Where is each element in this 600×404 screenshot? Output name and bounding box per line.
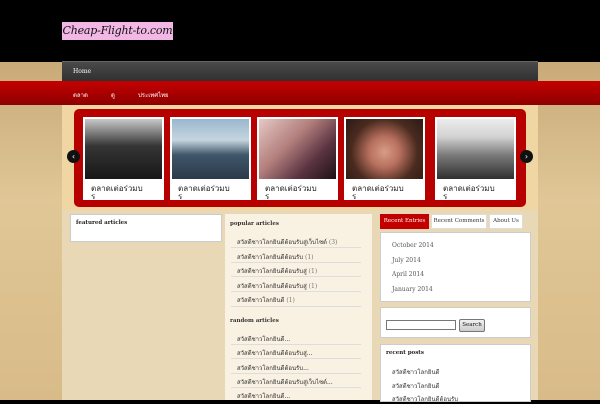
archive-link-4[interactable]: January 2014 (392, 286, 433, 293)
random-title: random articles (230, 318, 279, 324)
slide-5[interactable]: ตลาดเต่อร่วมบ ร (435, 117, 516, 201)
slide-3[interactable]: ตลาดเต่อร่วมบ ร (257, 117, 338, 201)
search-input[interactable] (386, 320, 456, 330)
slide-title-cont: ร (443, 192, 448, 201)
slide-title[interactable]: ตลาดเต่อร่วมบ (443, 184, 513, 193)
slide-4[interactable]: ตลาดเต่อร่วมบ ร (344, 117, 425, 201)
archive-link-3[interactable]: April 2014 (392, 271, 424, 278)
popular-item-5[interactable]: สวัสดีชาวโลกยินดี (1) (237, 295, 295, 305)
slide-image[interactable] (346, 119, 423, 179)
slide-image[interactable] (85, 119, 162, 179)
recent-post-1[interactable]: สวัสดีชาวโลกยินดี (392, 367, 439, 377)
divider (231, 387, 361, 388)
divider (231, 276, 361, 277)
recent-post-3[interactable]: สวัสดีชาวโลกยินดีต้อนรับ (392, 394, 458, 404)
archive-link-1[interactable]: October 2014 (392, 242, 434, 249)
featured-slider: ตลาดเต่อร่วมบ ร ตลาดเต่อร่วมบ ร ตลาดเต่อ… (74, 109, 526, 207)
divider (231, 291, 361, 292)
popular-item-count: (1) (308, 283, 318, 290)
top-nav: Home (62, 61, 538, 82)
divider (231, 373, 361, 374)
site-logo[interactable]: Cheap-Flight-to.com (62, 22, 173, 40)
slide-image[interactable] (437, 119, 514, 179)
slide-title[interactable]: ตลาดเต่อร่วมบ (178, 184, 248, 193)
slide-image[interactable] (172, 119, 249, 179)
slide-title-cont: ร (91, 192, 96, 201)
category-nav: ตลาด ดู ประเทศไทย (0, 81, 600, 105)
popular-item-count: (3) (328, 239, 338, 246)
popular-item-link[interactable]: สวัสดีชาวโลกยินดีต้อนรับสู่ (237, 268, 307, 275)
popular-item-count: (1) (305, 254, 314, 261)
random-item-2[interactable]: สวัสดีชาวโลกยินดีต้อนรับสู่... (237, 348, 312, 358)
slide-title[interactable]: ตลาดเต่อร่วมบ (352, 184, 422, 193)
slide-title-cont: ร (352, 192, 357, 201)
archive-link-2[interactable]: July 2014 (392, 257, 421, 264)
popular-item-1[interactable]: สวัสดีชาวโลกยินดีต้อนรับสู่เว็บไซต์ (3) (237, 237, 337, 247)
random-item-3[interactable]: สวัสดีชาวโลกยินดีต้อนรับ... (237, 363, 309, 373)
tab-about-us[interactable]: About Us (489, 214, 523, 229)
random-item-1[interactable]: สวัสดีชาวโลกยินดี... (237, 334, 290, 344)
popular-item-link[interactable]: สวัสดีชาวโลกยินดีต้อนรับสู่ (237, 283, 307, 290)
popular-item-3[interactable]: สวัสดีชาวโลกยินดีต้อนรับสู่ (1) (237, 266, 317, 276)
recent-posts-title: recent posts (386, 350, 424, 356)
tab-recent-entries[interactable]: Recent Entries (380, 214, 429, 229)
slide-1[interactable]: ตลาดเต่อร่วมบ ร (83, 117, 164, 201)
slide-image[interactable] (259, 119, 336, 179)
slide-title[interactable]: ตลาดเต่อร่วมบ (265, 184, 335, 193)
slide-title[interactable]: ตลาดเต่อร่วมบ (91, 184, 161, 193)
nav-home[interactable]: Home (73, 68, 91, 75)
slide-title-cont: ร (178, 192, 183, 201)
popular-item-count: (1) (308, 268, 318, 275)
recent-post-2[interactable]: สวัสดีชาวโลกยินดี (392, 381, 439, 391)
featured-articles-box: featured articles (70, 214, 222, 242)
category-item-2[interactable]: ดู (111, 90, 115, 100)
popular-title: popular articles (230, 221, 279, 227)
popular-item-link[interactable]: สวัสดีชาวโลกยินดีต้อนรับสู่เว็บไซต์ (237, 239, 327, 246)
chevron-left-icon[interactable]: ‹ (67, 150, 80, 163)
search-button[interactable]: Search (459, 319, 485, 332)
divider (231, 306, 361, 307)
divider (231, 262, 361, 263)
popular-item-4[interactable]: สวัสดีชาวโลกยินดีต้อนรับสู่ (1) (237, 281, 317, 291)
divider (231, 358, 361, 359)
popular-item-count: (1) (286, 297, 295, 304)
divider (231, 247, 361, 248)
slide-title-cont: ร (265, 192, 270, 201)
featured-title: featured articles (76, 220, 128, 226)
divider (231, 344, 361, 345)
popular-item-link[interactable]: สวัสดีชาวโลกยินดีต้อนรับ (237, 254, 303, 261)
slide-2[interactable]: ตลาดเต่อร่วมบ ร (170, 117, 251, 201)
popular-item-2[interactable]: สวัสดีชาวโลกยินดีต้อนรับ (1) (237, 252, 314, 262)
popular-item-link[interactable]: สวัสดีชาวโลกยินดี (237, 297, 284, 304)
category-item-1[interactable]: ตลาด (73, 90, 88, 100)
category-item-3[interactable]: ประเทศไทย (138, 90, 169, 100)
random-item-4[interactable]: สวัสดีชาวโลกยินดีต้อนรับสู่เว็บไซต์... (237, 377, 333, 387)
tab-recent-comments[interactable]: Recent Comments (431, 214, 487, 229)
chevron-right-icon[interactable]: › (520, 150, 533, 163)
